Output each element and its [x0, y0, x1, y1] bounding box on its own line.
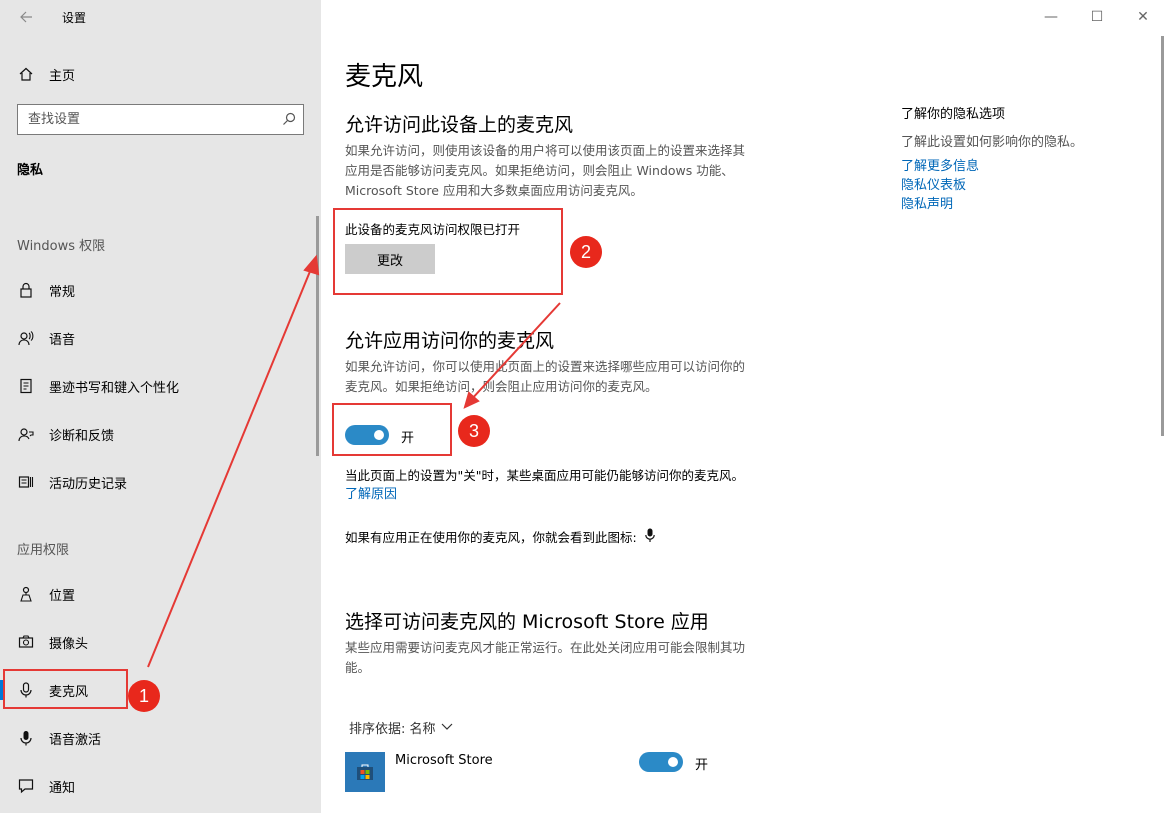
store-apps-heading: 选择可访问麦克风的 Microsoft Store 应用 — [345, 611, 709, 633]
sidebar-item-label: 诊断和反馈 — [49, 428, 115, 444]
annotation-box-app-toggle — [332, 403, 452, 456]
sidebar-item-label: 通知 — [49, 780, 76, 796]
learn-why-link[interactable]: 了解原因 — [345, 483, 397, 502]
close-button[interactable]: ✕ — [1120, 0, 1166, 34]
store-app-name: Microsoft Store — [395, 753, 493, 768]
notification-icon — [17, 777, 35, 795]
privacy-dashboard-link[interactable]: 隐私仪表板 — [901, 174, 966, 193]
store-app-toggle-label: 开 — [695, 758, 709, 773]
description-line: 麦克风。如果拒绝访问，则会阻止应用访问你的麦克风。 — [345, 379, 658, 394]
annotation-box-device-access — [333, 208, 563, 295]
app-access-heading: 允许应用访问你的麦克风 — [345, 330, 555, 352]
app-access-description: 如果允许访问，你可以使用此页面上的设置来选择哪些应用可以访问你的 麦克风。如果拒… — [345, 357, 800, 397]
description-line: 某些应用需要访问麦克风才能正常运行。在此处关闭应用可能会限制其功 — [345, 640, 746, 655]
back-arrow-icon[interactable] — [18, 9, 36, 27]
description-line: 如果允许访问，则使用该设备的用户将可以使用该页面上的设置来选择其 — [345, 143, 746, 158]
sidebar-item-inking[interactable]: 墨迹书写和键入个性化 — [0, 366, 321, 406]
chevron-down-icon — [440, 720, 454, 735]
minimize-button[interactable]: — — [1028, 0, 1074, 34]
sidebar-item-speech[interactable]: 语音 — [0, 318, 321, 358]
location-icon — [17, 585, 35, 603]
in-use-note-text: 如果有应用正在使用你的麦克风，你就会看到此图标: — [345, 530, 637, 545]
device-access-description: 如果允许访问，则使用该设备的用户将可以使用该页面上的设置来选择其 应用是否能够访… — [345, 141, 800, 201]
search-icon[interactable] — [281, 111, 297, 127]
toggle-knob — [668, 757, 678, 767]
annotation-box-microphone — [3, 669, 128, 709]
description-line: 应用是否能够访问麦克风。如果拒绝访问，则会阻止 Windows 功能、 — [345, 163, 734, 178]
sidebar-item-home[interactable]: 主页 — [0, 54, 321, 94]
camera-icon — [17, 633, 35, 651]
history-icon — [17, 473, 35, 491]
related-description: 了解此设置如何影响你的隐私。 — [901, 135, 1084, 150]
description-line: 如果允许访问，你可以使用此页面上的设置来选择哪些应用可以访问你的 — [345, 359, 746, 374]
sidebar-item-label: 主页 — [49, 68, 76, 84]
sidebar-item-label: 活动历史记录 — [49, 476, 128, 492]
sidebar-item-label: 语音激活 — [49, 732, 102, 748]
sidebar-item-label: 摄像头 — [49, 636, 89, 652]
sidebar-item-label: 常规 — [49, 284, 76, 300]
maximize-button[interactable]: ☐ — [1074, 0, 1120, 34]
sidebar-item-label: 位置 — [49, 588, 76, 604]
microsoft-store-app-icon — [345, 752, 385, 792]
store-apps-description: 某些应用需要访问麦克风才能正常运行。在此处关闭应用可能会限制其功 能。 — [345, 638, 800, 678]
lock-icon — [17, 281, 35, 299]
privacy-statement-link[interactable]: 隐私声明 — [901, 193, 953, 212]
annotation-badge-1: 1 — [128, 680, 160, 712]
description-line: 能。 — [345, 660, 371, 675]
inking-icon — [17, 377, 35, 395]
main-scrollbar[interactable] — [1161, 36, 1164, 436]
sidebar-item-activity-history[interactable]: 活动历史记录 — [0, 462, 321, 502]
sidebar-item-label: 语音 — [49, 332, 76, 348]
annotation-badge-2: 2 — [570, 236, 602, 268]
related-title: 了解你的隐私选项 — [901, 107, 1006, 122]
in-use-icon-note: 如果有应用正在使用你的麦克风，你就会看到此图标: — [345, 527, 655, 546]
learn-more-link[interactable]: 了解更多信息 — [901, 155, 979, 174]
sort-dropdown[interactable]: 排序依据: 名称 — [349, 718, 454, 737]
annotation-badge-3: 3 — [458, 415, 490, 447]
search-input[interactable] — [18, 105, 268, 134]
feedback-icon — [17, 425, 35, 443]
device-access-heading: 允许访问此设备上的麦克风 — [345, 114, 574, 136]
search-box[interactable] — [17, 104, 304, 135]
sidebar-item-camera[interactable]: 摄像头 — [0, 622, 321, 662]
voice-activation-icon — [17, 729, 35, 747]
sidebar-item-location[interactable]: 位置 — [0, 574, 321, 614]
speech-icon — [17, 329, 35, 347]
sidebar-item-voice-activation[interactable]: 语音激活 — [0, 718, 321, 758]
group-label-apps: 应用权限 — [17, 543, 70, 558]
description-line: Microsoft Store 应用和大多数桌面应用访问麦克风。 — [345, 183, 643, 198]
sidebar-scrollbar[interactable] — [316, 216, 319, 456]
sort-label: 排序依据: 名称 — [349, 722, 436, 737]
sidebar-item-general[interactable]: 常规 — [0, 270, 321, 310]
microphone-in-use-icon — [644, 528, 655, 546]
group-label-windows: Windows 权限 — [17, 239, 106, 254]
desktop-apps-note: 当此页面上的设置为"关"时，某些桌面应用可能仍能够访问你的麦克风。 — [345, 468, 745, 483]
section-title: 隐私 — [17, 163, 44, 178]
sidebar-item-notifications[interactable]: 通知 — [0, 766, 321, 806]
sidebar-item-label: 墨迹书写和键入个性化 — [49, 380, 180, 396]
store-app-toggle[interactable] — [639, 752, 683, 772]
sidebar-item-diagnostics[interactable]: 诊断和反馈 — [0, 414, 321, 454]
page-title: 麦克风 — [345, 62, 424, 92]
window-controls: — ☐ ✕ — [1028, 0, 1166, 34]
app-title: 设置 — [62, 11, 87, 25]
home-icon — [17, 65, 35, 83]
